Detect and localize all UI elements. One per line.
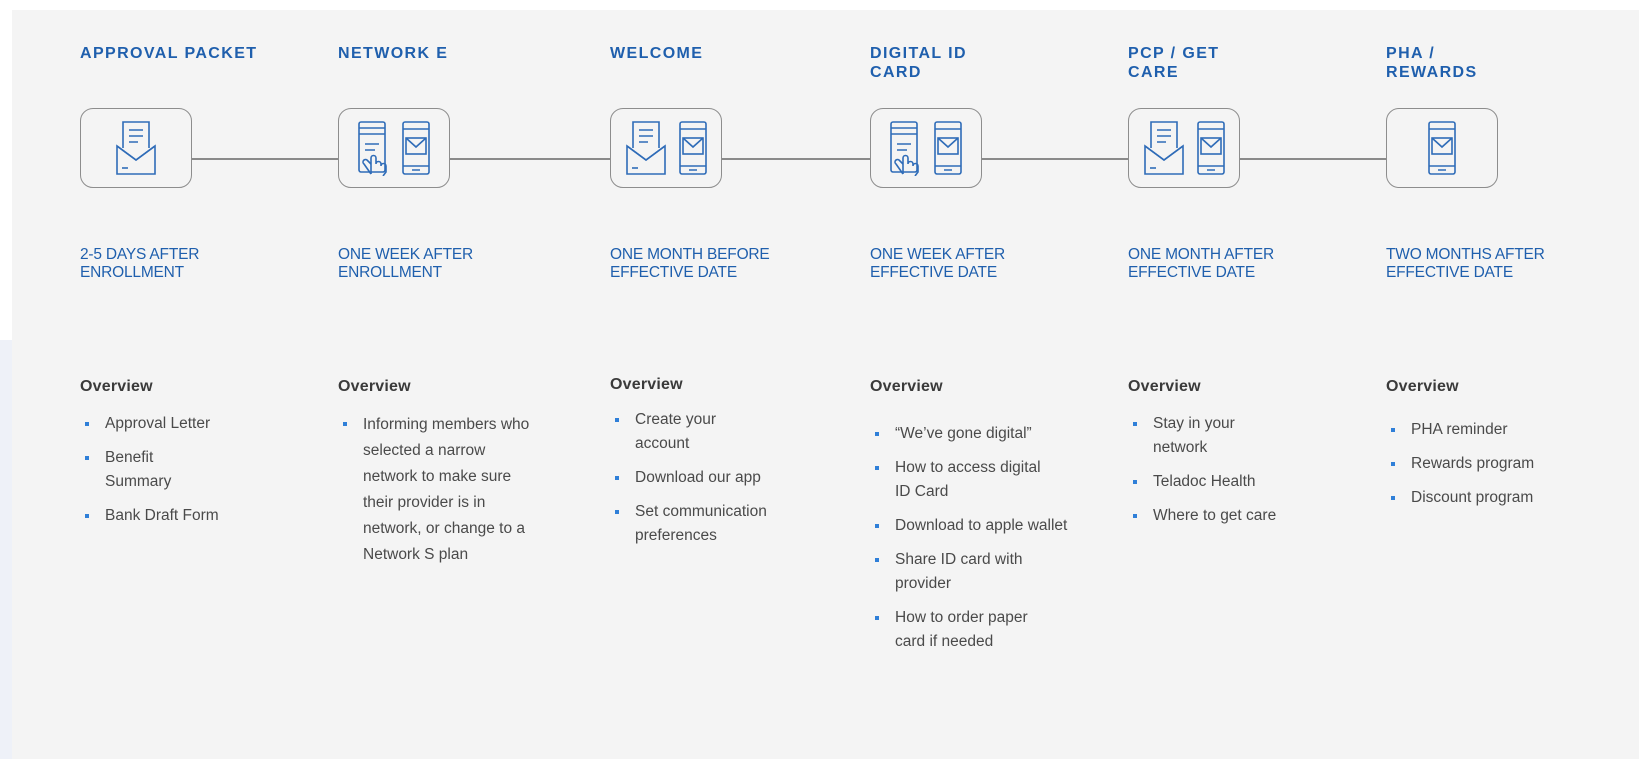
list-item: Rewards program [1386,452,1606,476]
overview-label: Overview [610,376,683,393]
phone-email-icon [678,120,708,176]
connector-line [190,158,338,160]
list-item: How to access digital ID Card [870,456,1045,504]
icon-box [80,108,192,188]
step-title: PHA / REWARDS [1386,45,1478,81]
list-item: Discount program [1386,486,1606,510]
list-item: Download our app [610,466,830,490]
overview-list: PHA reminder Rewards program Discount pr… [1386,418,1606,520]
list-item: “We’ve gone digital” [870,422,1090,446]
envelope-letter-icon [114,120,158,176]
step-timing: ONE MONTH AFTER EFFECTIVE DATE [1128,246,1274,281]
step-title: WELCOME [610,45,704,62]
connector-line [722,158,870,160]
step-timing: ONE MONTH BEFORE EFFECTIVE DATE [610,246,770,281]
list-item: Benefit Summary [80,446,195,494]
list-item: Approval Letter [80,412,300,436]
hand-tap-screen-icon [889,120,923,176]
phone-email-icon [1196,120,1226,176]
left-edge-strip [0,340,12,759]
step-title: PCP / GET CARE [1128,45,1220,81]
list-item: Download to apple wallet [870,514,1070,538]
overview-label: Overview [1128,378,1201,395]
step-timing: TWO MONTHS AFTER EFFECTIVE DATE [1386,246,1545,281]
overview-list: Approval Letter Benefit Summary Bank Dra… [80,412,300,538]
overview-list: Informing members who selected a narrow … [338,412,558,578]
overview-label: Overview [870,378,943,395]
envelope-letter-icon [1142,120,1186,176]
envelope-letter-icon [624,120,668,176]
list-item: Informing members who selected a narrow … [338,412,538,568]
connector-line [450,158,610,160]
list-item: Bank Draft Form [80,504,300,528]
list-item: Create your account [610,408,745,456]
overview-list: Create your account Download our app Set… [610,408,830,558]
icon-box [870,108,982,188]
overview-list: Stay in your network Teladoc Health Wher… [1128,412,1348,538]
list-item: How to order paper card if needed [870,606,1055,654]
list-item: Share ID card with provider [870,548,1045,596]
icon-box [610,108,722,188]
connector-line [982,158,1128,160]
list-item: Set communication preferences [610,500,800,548]
step-title: NETWORK E [338,45,449,62]
connector-line [1240,158,1386,160]
list-item: PHA reminder [1386,418,1606,442]
step-title: APPROVAL PACKET [80,45,258,62]
overview-label: Overview [1386,378,1459,395]
step-timing: ONE WEEK AFTER EFFECTIVE DATE [870,246,1005,281]
list-item: Teladoc Health [1128,470,1348,494]
overview-label: Overview [80,378,153,395]
icon-box [338,108,450,188]
phone-email-icon [401,120,431,176]
overview-label: Overview [338,378,411,395]
list-item: Stay in your network [1128,412,1273,460]
step-timing: 2-5 DAYS AFTER ENROLLMENT [80,246,200,281]
overview-list: “We’ve gone digital” How to access digit… [870,422,1090,664]
hand-tap-screen-icon [357,120,391,176]
phone-email-icon [1427,120,1457,176]
icon-box [1386,108,1498,188]
list-item: Where to get care [1128,504,1348,528]
step-timing: ONE WEEK AFTER ENROLLMENT [338,246,473,281]
icon-box [1128,108,1240,188]
step-title: DIGITAL ID CARD [870,45,967,81]
phone-email-icon [933,120,963,176]
